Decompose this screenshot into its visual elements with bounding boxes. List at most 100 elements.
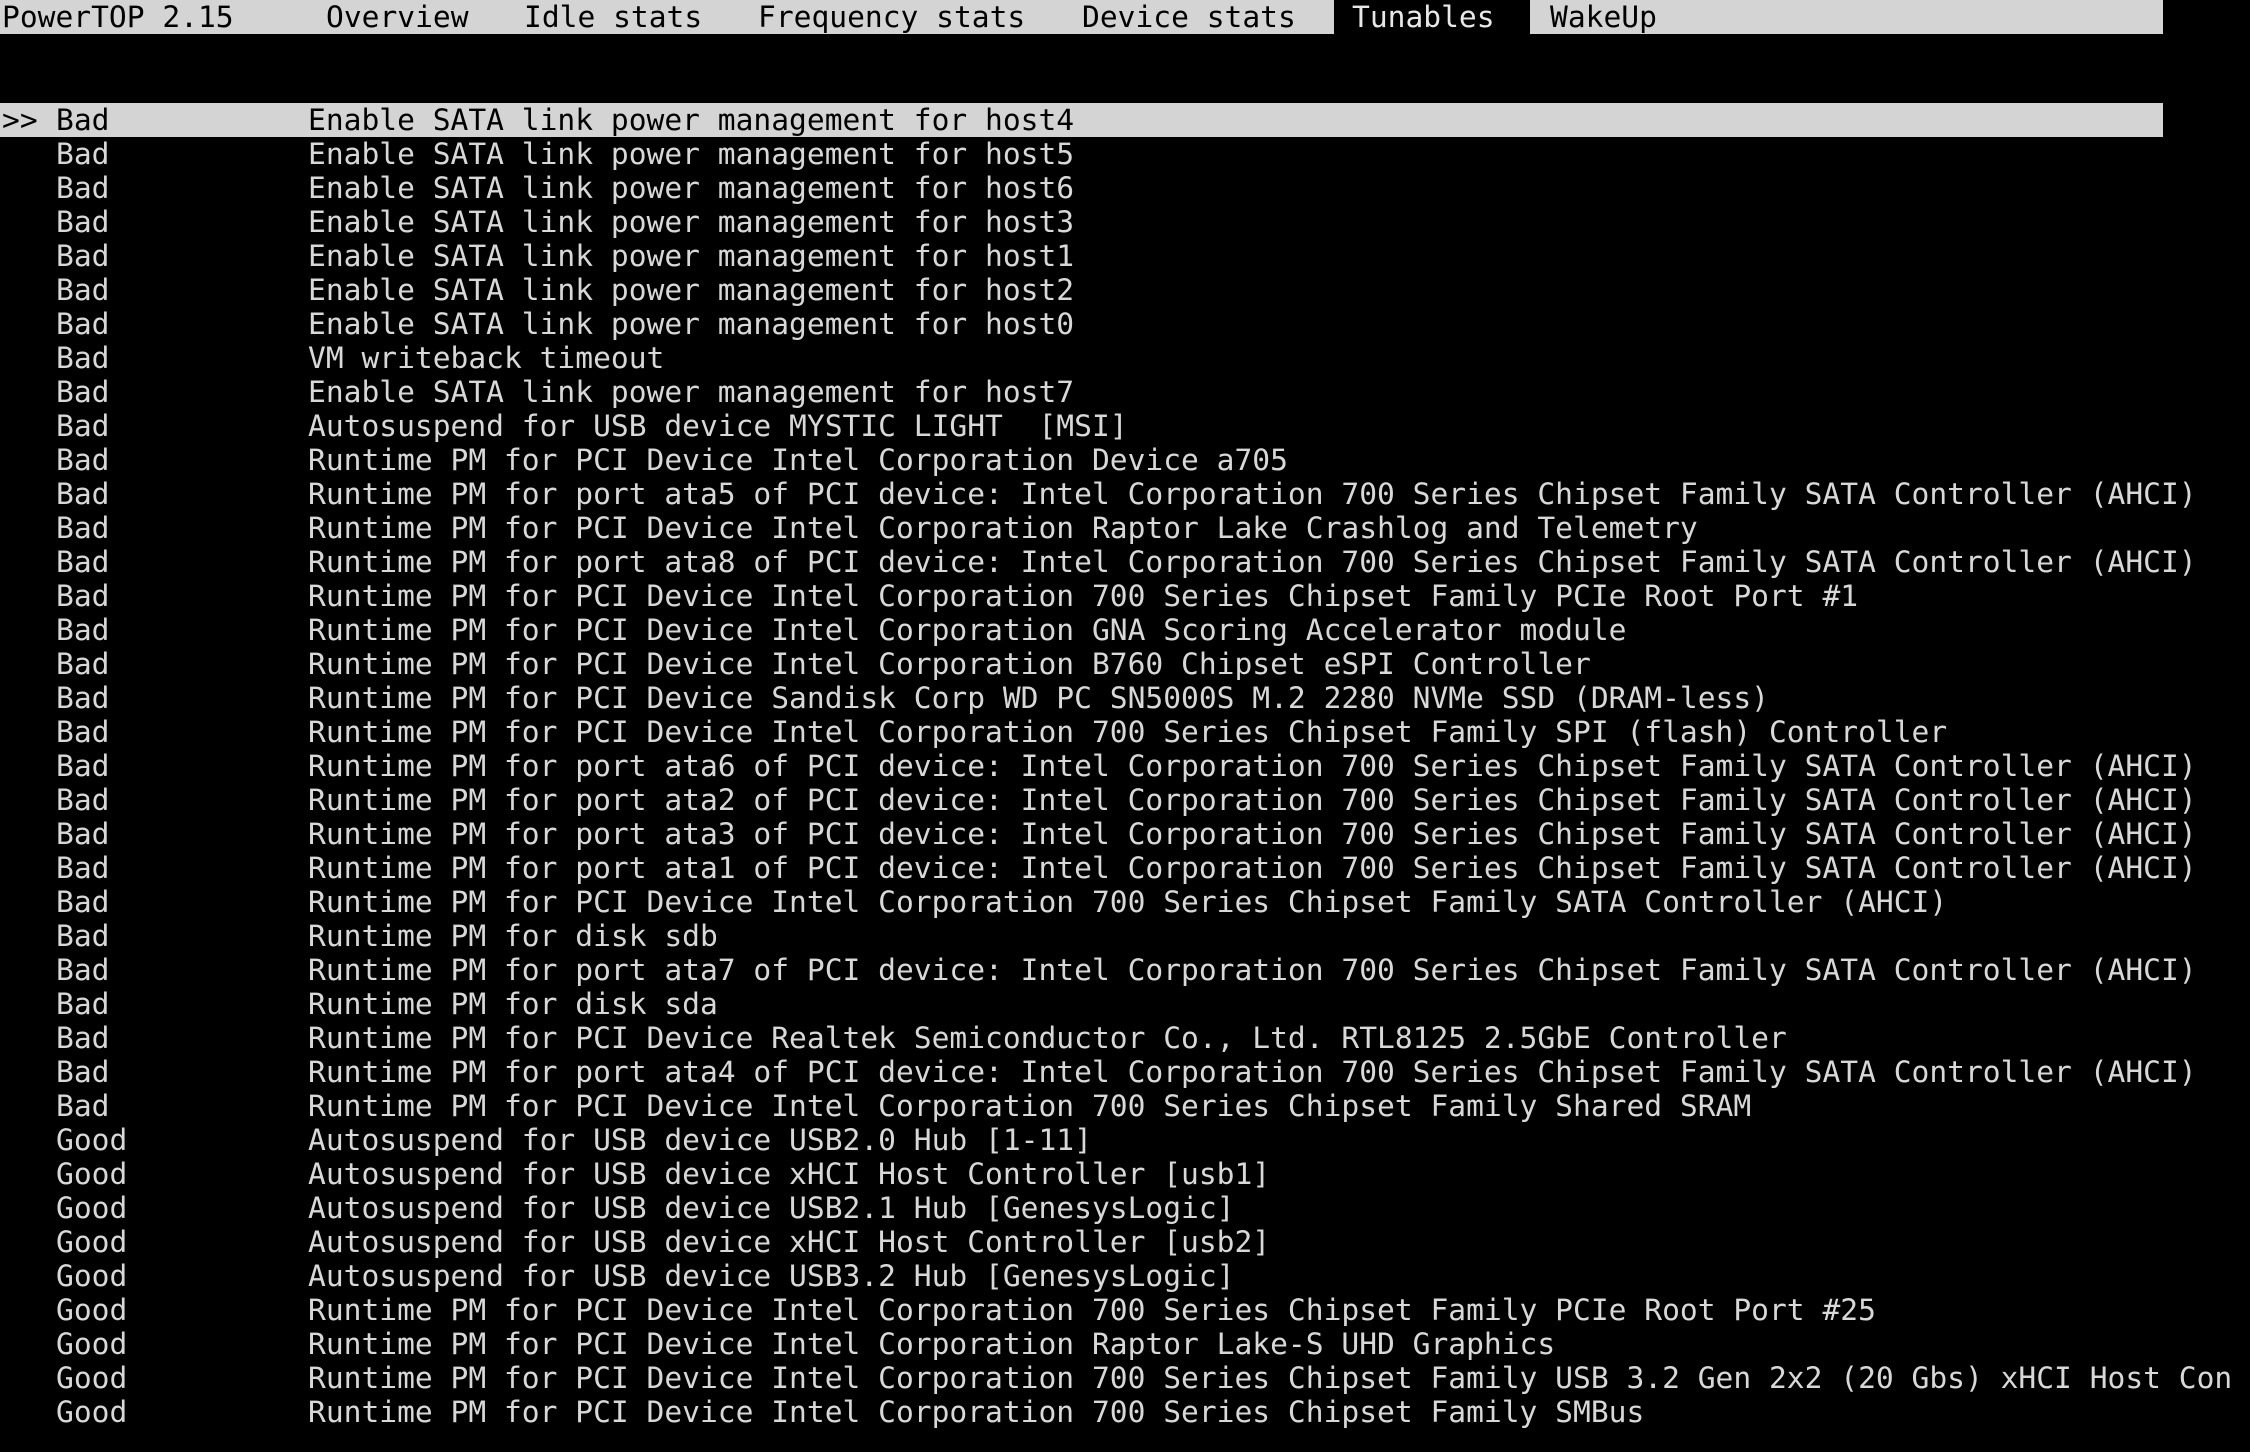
tunable-description: Autosuspend for USB device USB3.2 Hub [G… <box>308 1259 1235 1293</box>
tunable-row[interactable]: Bad Runtime PM for PCI Device Intel Corpo… <box>0 511 2250 545</box>
tunable-status: Bad <box>56 749 110 783</box>
tunable-row[interactable]: Bad Runtime PM for PCI Device Intel Corpo… <box>0 443 2250 477</box>
tunable-row[interactable]: Good Autosuspend for USB device USB3.2 Hu… <box>0 1259 2250 1293</box>
tunable-row[interactable]: Bad Runtime PM for disk sda <box>0 987 2250 1021</box>
tab-tunables[interactable]: Tunables <box>1334 0 1530 34</box>
tunable-row[interactable]: Bad Autosuspend for USB device MYSTIC LIG… <box>0 409 2250 443</box>
tab-frequency-stats[interactable]: Frequency stats <box>756 0 1027 34</box>
tab-wakeup[interactable]: WakeUp <box>1548 0 1659 34</box>
tunable-description: Runtime PM for PCI Device Intel Corporat… <box>308 1293 1876 1327</box>
tunable-description: Autosuspend for USB device xHCI Host Con… <box>308 1157 1271 1191</box>
tunable-description: Runtime PM for PCI Device Sandisk Corp W… <box>308 681 1769 715</box>
tunable-status: Bad <box>56 885 110 919</box>
tab-device-stats[interactable]: Device stats <box>1080 0 1298 34</box>
tunable-description: Autosuspend for USB device xHCI Host Con… <box>308 1225 1271 1259</box>
tunable-row[interactable]: Bad Runtime PM for PCI Device Intel Corpo… <box>0 647 2250 681</box>
tunable-description: Runtime PM for port ata1 of PCI device: … <box>308 851 2197 885</box>
tunable-description: Runtime PM for port ata3 of PCI device: … <box>308 817 2197 851</box>
tunable-row[interactable]: Good Autosuspend for USB device USB2.0 Hu… <box>0 1123 2250 1157</box>
tunable-status: Bad <box>56 817 110 851</box>
tunable-row[interactable]: Bad Enable SATA link power management for… <box>0 307 2250 341</box>
tunable-description: Runtime PM for PCI Device Intel Corporat… <box>308 613 1627 647</box>
tunable-description: Runtime PM for PCI Device Realtek Semico… <box>308 1021 1787 1055</box>
tunable-description: Runtime PM for PCI Device Intel Corporat… <box>308 1395 1645 1429</box>
tunable-description: Runtime PM for port ata8 of PCI device: … <box>308 545 2197 579</box>
tunable-row[interactable]: Bad Runtime PM for port ata6 of PCI devic… <box>0 749 2250 783</box>
tunable-row[interactable]: Bad Runtime PM for PCI Device Sandisk Cor… <box>0 681 2250 715</box>
tunable-status: Bad <box>56 443 110 477</box>
tunable-status: Bad <box>56 205 110 239</box>
tunable-description: Runtime PM for disk sda <box>308 987 718 1021</box>
tunable-row[interactable]: Bad Enable SATA link power management for… <box>0 239 2250 273</box>
tunable-description: Runtime PM for PCI Device Intel Corporat… <box>308 1327 1556 1361</box>
tunable-row[interactable]: Bad Runtime PM for port ata3 of PCI devic… <box>0 817 2250 851</box>
menu-bar: PowerTOP 2.15 Overview Idle stats Freque… <box>0 0 2163 34</box>
tunable-status: Bad <box>56 137 110 171</box>
tunable-status: Bad <box>56 273 110 307</box>
tunable-row[interactable]: Bad Runtime PM for PCI Device Realtek Sem… <box>0 1021 2250 1055</box>
tunable-row[interactable]: Bad Enable SATA link power management for… <box>0 273 2250 307</box>
tunable-description: Runtime PM for PCI Device Intel Corporat… <box>308 1361 2233 1395</box>
tunable-description: VM writeback timeout <box>308 341 665 375</box>
tunable-row[interactable]: Good Runtime PM for PCI Device Intel Corp… <box>0 1361 2250 1395</box>
tunable-description: Runtime PM for PCI Device Intel Corporat… <box>308 715 1948 749</box>
tunable-row[interactable]: Bad Enable SATA link power management for… <box>0 171 2250 205</box>
tab-idle-stats[interactable]: Idle stats <box>522 0 704 34</box>
tunable-status: Good <box>56 1225 128 1259</box>
tunable-description: Runtime PM for PCI Device Intel Corporat… <box>308 443 1288 477</box>
tunable-description: Enable SATA link power management for ho… <box>308 171 1075 205</box>
tunable-row-selected[interactable]: >> Bad Enable SATA link power management f… <box>0 103 2163 137</box>
tunable-row[interactable]: Good Autosuspend for USB device USB2.1 Hu… <box>0 1191 2250 1225</box>
selection-cursor: >> <box>2 103 38 137</box>
tunable-description: Enable SATA link power management for ho… <box>308 137 1075 171</box>
tunable-description: Runtime PM for disk sdb <box>308 919 718 953</box>
tunable-row[interactable]: Bad Runtime PM for port ata7 of PCI devic… <box>0 953 2250 987</box>
tunable-row[interactable]: Bad Enable SATA link power management for… <box>0 137 2250 171</box>
tunable-row[interactable]: Good Runtime PM for PCI Device Intel Corp… <box>0 1395 2250 1429</box>
tunable-description: Runtime PM for port ata7 of PCI device: … <box>308 953 2197 987</box>
tunable-row[interactable]: Bad Runtime PM for PCI Device Intel Corpo… <box>0 1089 2250 1123</box>
tunable-row[interactable]: Bad Runtime PM for PCI Device Intel Corpo… <box>0 613 2250 647</box>
tunable-description: Enable SATA link power management for ho… <box>308 273 1075 307</box>
tunable-row[interactable]: Bad Runtime PM for port ata8 of PCI devic… <box>0 545 2250 579</box>
tab-overview[interactable]: Overview <box>324 0 471 34</box>
tunable-row[interactable]: Bad Runtime PM for port ata5 of PCI devic… <box>0 477 2250 511</box>
tunable-row[interactable]: Bad Runtime PM for PCI Device Intel Corpo… <box>0 715 2250 749</box>
tunable-status: Bad <box>56 579 110 613</box>
tunable-row[interactable]: Bad Runtime PM for PCI Device Intel Corpo… <box>0 579 2250 613</box>
app-title: PowerTOP 2.15 <box>2 0 234 34</box>
tunable-row[interactable]: Bad Runtime PM for port ata1 of PCI devic… <box>0 851 2250 885</box>
tunable-status: Good <box>56 1361 128 1395</box>
tunable-row[interactable]: Good Autosuspend for USB device xHCI Host… <box>0 1157 2250 1191</box>
tunable-status: Bad <box>56 783 110 817</box>
tunable-status: Bad <box>56 511 110 545</box>
tunable-row[interactable]: Bad Enable SATA link power management for… <box>0 205 2250 239</box>
tunable-status: Bad <box>56 1089 110 1123</box>
tunable-row[interactable]: Good Runtime PM for PCI Device Intel Corp… <box>0 1327 2250 1361</box>
tunable-status: Bad <box>56 715 110 749</box>
tunable-description: Runtime PM for port ata4 of PCI device: … <box>308 1055 2197 1089</box>
tunable-description: Runtime PM for PCI Device Intel Corporat… <box>308 511 1698 545</box>
tunable-status: Good <box>56 1157 128 1191</box>
tunable-status: Bad <box>56 953 110 987</box>
tunable-status: Good <box>56 1259 128 1293</box>
tunable-description: Runtime PM for port ata2 of PCI device: … <box>308 783 2197 817</box>
tunable-row[interactable]: Bad Runtime PM for port ata4 of PCI devic… <box>0 1055 2250 1089</box>
tunable-description: Autosuspend for USB device USB2.1 Hub [G… <box>308 1191 1235 1225</box>
tunable-status: Bad <box>56 341 110 375</box>
tunable-row[interactable]: Good Runtime PM for PCI Device Intel Corp… <box>0 1293 2250 1327</box>
tunable-row[interactable]: Good Autosuspend for USB device xHCI Host… <box>0 1225 2250 1259</box>
tunable-row[interactable]: Bad Runtime PM for disk sdb <box>0 919 2250 953</box>
tunable-status: Bad <box>56 239 110 273</box>
tunable-status: Bad <box>56 103 110 137</box>
tunable-status: Good <box>56 1191 128 1225</box>
tunable-description: Autosuspend for USB device MYSTIC LIGHT … <box>308 409 1128 443</box>
tunable-status: Bad <box>56 409 110 443</box>
tunable-row[interactable]: Bad Enable SATA link power management for… <box>0 375 2250 409</box>
tunable-description: Runtime PM for PCI Device Intel Corporat… <box>308 579 1859 613</box>
tunable-status: Bad <box>56 851 110 885</box>
tunable-description: Enable SATA link power management for ho… <box>308 307 1075 341</box>
tunable-row[interactable]: Bad VM writeback timeout <box>0 341 2250 375</box>
tunable-row[interactable]: Bad Runtime PM for port ata2 of PCI devic… <box>0 783 2250 817</box>
tunable-row[interactable]: Bad Runtime PM for PCI Device Intel Corpo… <box>0 885 2250 919</box>
